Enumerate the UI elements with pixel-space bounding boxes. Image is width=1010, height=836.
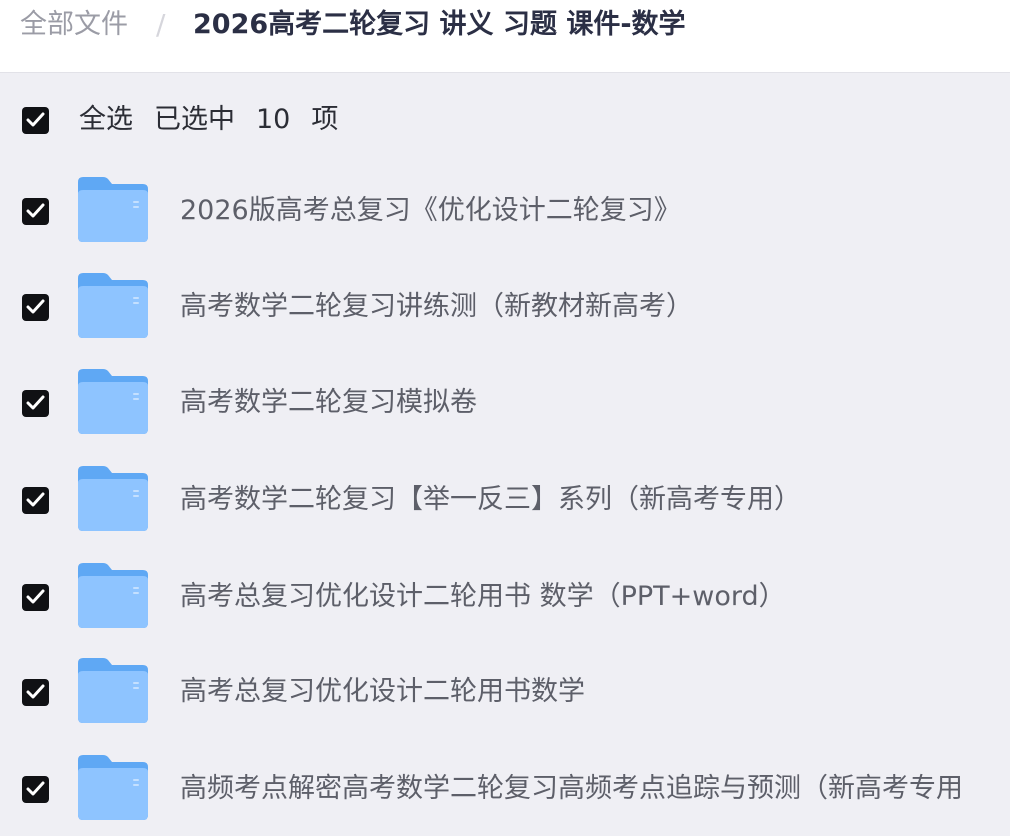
folder-icon [78, 563, 148, 628]
checkmark-icon [26, 589, 45, 604]
file-checkbox[interactable] [22, 776, 49, 803]
file-name[interactable]: 高考数学二轮复习讲练测（新教材新高考） [180, 289, 693, 325]
checkmark-icon [26, 395, 45, 410]
file-row[interactable]: 高考数学二轮复习【举一反三】系列（新高考专用） [0, 453, 1010, 547]
file-row[interactable]: 2026版高考总复习《优化设计二轮复习》 [0, 164, 1010, 258]
folder-icon [78, 658, 148, 723]
breadcrumb-root-link[interactable]: 全部文件 [20, 7, 128, 43]
breadcrumb-bar: 全部文件 / 2026高考二轮复习 讲义 习题 课件-数学 [0, 0, 1010, 73]
file-row[interactable]: 高考总复习优化设计二轮用书数学 [0, 645, 1010, 739]
selected-suffix: 项 [311, 104, 339, 135]
file-checkbox[interactable] [22, 487, 49, 514]
folder-icon [78, 369, 148, 434]
file-name[interactable]: 高频考点解密高考数学二轮复习高频考点追踪与预测（新高考专用 [180, 771, 963, 807]
breadcrumb-separator: / [156, 8, 166, 41]
file-row[interactable]: 高考总复习优化设计二轮用书 数学（PPT+word） [0, 550, 1010, 644]
file-row[interactable]: 高考数学二轮复习讲练测（新教材新高考） [0, 260, 1010, 354]
file-checkbox[interactable] [22, 294, 49, 321]
file-checkbox[interactable] [22, 390, 49, 417]
checkmark-icon [26, 781, 45, 796]
selection-summary: 全选 已选中 10 项 [79, 102, 359, 138]
file-name[interactable]: 2026版高考总复习《优化设计二轮复习》 [180, 193, 681, 229]
selected-count: 10 [256, 104, 291, 135]
file-checkbox[interactable] [22, 584, 49, 611]
select-all-row: 全选 已选中 10 项 [0, 98, 1010, 142]
file-name[interactable]: 高考总复习优化设计二轮用书 数学（PPT+word） [180, 579, 786, 615]
selected-prefix: 已选中 [154, 104, 235, 135]
file-list: 2026版高考总复习《优化设计二轮复习》 高考数学二轮复习讲练测（新教材新高考） [0, 164, 1010, 835]
checkmark-icon [26, 299, 45, 314]
folder-icon [78, 755, 148, 820]
checkmark-icon [26, 492, 45, 507]
file-name[interactable]: 高考数学二轮复习【举一反三】系列（新高考专用） [180, 482, 801, 518]
breadcrumb-current-folder: 2026高考二轮复习 讲义 习题 课件-数学 [193, 9, 686, 40]
checkmark-icon [26, 684, 45, 699]
file-checkbox[interactable] [22, 198, 49, 225]
folder-icon [78, 177, 148, 242]
folder-icon [78, 466, 148, 531]
checkmark-icon [26, 203, 45, 218]
checkmark-icon [26, 112, 45, 127]
folder-icon [78, 273, 148, 338]
file-row[interactable]: 高考数学二轮复习模拟卷 [0, 356, 1010, 450]
file-name[interactable]: 高考总复习优化设计二轮用书数学 [180, 674, 585, 710]
select-all-label[interactable]: 全选 [79, 104, 133, 135]
select-all-checkbox[interactable] [22, 107, 49, 134]
file-name[interactable]: 高考数学二轮复习模拟卷 [180, 385, 477, 421]
file-row[interactable]: 高频考点解密高考数学二轮复习高频考点追踪与预测（新高考专用 [0, 742, 1010, 836]
file-checkbox[interactable] [22, 679, 49, 706]
